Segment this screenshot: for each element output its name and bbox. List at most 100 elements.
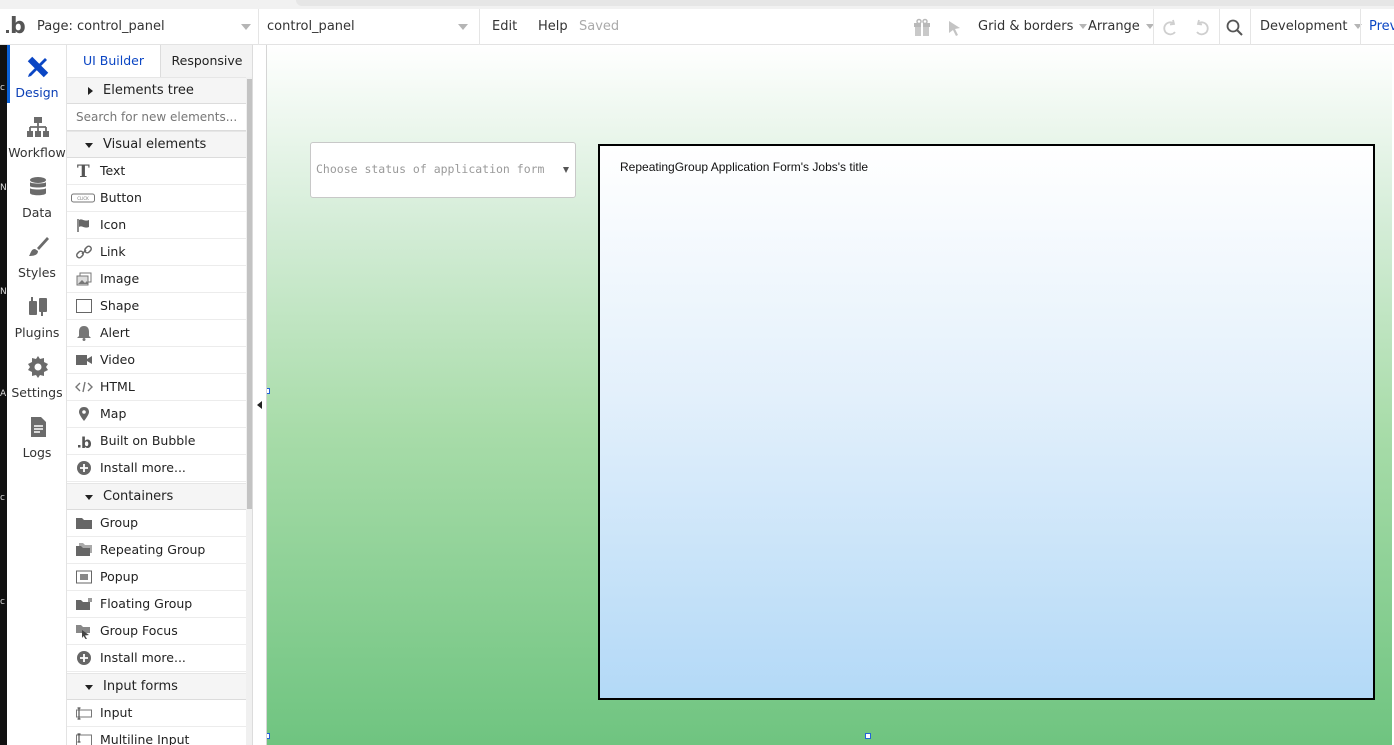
design-icon [27,56,49,78]
element-map[interactable]: Map [67,401,246,428]
resize-handle[interactable] [865,733,871,739]
element-label: Link [100,244,126,259]
element-button[interactable]: CLICK Button [67,185,246,212]
element-label: Install more... [100,650,186,665]
element-shape[interactable]: Shape [67,293,246,320]
resize-handle[interactable] [267,733,270,739]
group-focus-icon [76,625,90,639]
element-built-on-bubble[interactable]: b Built on Bubble [67,428,246,455]
element-label: Video [100,352,136,367]
element-label: Popup [100,569,139,584]
toolbar-divider [1250,9,1251,45]
element-label: Text [100,163,126,178]
edge-letter: c [0,83,5,93]
document-icon [31,417,46,437]
grid-borders-menu[interactable]: Grid & borders [978,9,1088,45]
search-icon[interactable] [1225,18,1245,38]
element-label: Repeating Group [100,542,206,557]
element-group[interactable]: Group [67,510,246,537]
element-popup[interactable]: Popup [67,564,246,591]
collapse-left-icon[interactable] [257,401,262,409]
repeating-group[interactable]: RepeatingGroup Application Form's Jobs's… [598,144,1375,700]
toolbar-divider [1153,9,1154,45]
element-multiline-input[interactable]: Multiline Input [67,727,246,745]
page-selector[interactable]: Page: control_panel [33,9,259,45]
repeating-group-title[interactable]: RepeatingGroup Application Form's Jobs's… [620,160,868,174]
element-install-more[interactable]: Install more... [67,455,246,482]
nav-settings[interactable]: Settings [7,345,67,405]
element-input[interactable]: Input [67,700,246,727]
element-label: Input [100,705,133,720]
panel-scrollbar[interactable] [246,77,252,745]
element-video[interactable]: Video [67,347,246,374]
bell-icon [77,326,91,341]
page-canvas[interactable]: Choose status of application form Repeat… [267,45,1394,745]
nav-workflow[interactable]: Workflow [7,105,67,165]
element-alert[interactable]: Alert [67,320,246,347]
chevron-down-icon [458,24,468,30]
redo-icon[interactable] [1192,18,1212,38]
environment-selector[interactable]: Development [1260,9,1362,45]
nav-design[interactable]: Design [7,45,67,105]
element-repeating-group[interactable]: Repeating Group [67,537,246,564]
dropdown-arrow-icon [563,167,569,173]
caret-down-icon [85,495,93,500]
arrange-menu[interactable]: Arrange [1088,9,1154,45]
button-icon: CLICK [71,193,95,203]
element-image[interactable]: Image [67,266,246,293]
elements-tree-toggle[interactable]: Elements tree [67,77,246,104]
chevron-down-icon [1079,24,1088,29]
preview-button[interactable]: Prev [1369,9,1394,45]
resize-handle[interactable] [267,388,270,394]
edit-menu[interactable]: Edit [492,9,517,45]
gift-icon[interactable] [912,18,932,38]
element-install-more-containers[interactable]: Install more... [67,645,246,672]
containers-header[interactable]: Containers [67,483,246,510]
element-label: Multiline Input [100,732,190,745]
help-menu[interactable]: Help [538,9,568,45]
scrollbar-thumb[interactable] [247,79,252,509]
page-dropdown[interactable]: control_panel [259,9,480,45]
code-icon [75,381,93,393]
containers-label: Containers [103,489,174,504]
environment-label: Development [1260,19,1348,34]
nav-styles[interactable]: Styles [7,225,67,285]
plus-circle-icon [77,461,91,475]
visual-elements-header[interactable]: Visual elements [67,131,246,158]
tab-ui-builder[interactable]: UI Builder [67,45,160,77]
element-text[interactable]: T Text [67,158,246,185]
element-label: Built on Bubble [100,433,196,448]
text-icon: T [77,163,90,179]
panel-collapse-strip[interactable] [253,45,267,745]
edge-letter: N [0,287,7,297]
element-icon[interactable]: Icon [67,212,246,239]
video-icon [76,355,92,365]
workflow-icon [27,117,49,137]
map-pin-icon [79,407,89,421]
plug-icon [29,297,47,316]
nav-data-label: Data [22,205,52,220]
element-search-input[interactable] [76,104,246,129]
cursor-icon[interactable] [945,18,965,38]
element-html[interactable]: HTML [67,374,246,401]
nav-workflow-label: Workflow [8,145,66,160]
undo-icon[interactable] [1160,18,1180,38]
element-floating-group[interactable]: Floating Group [67,591,246,618]
address-bar-edge [296,0,1394,6]
element-link[interactable]: Link [67,239,246,266]
visual-elements-label: Visual elements [103,137,207,152]
element-label: HTML [100,379,135,394]
nav-logs[interactable]: Logs [7,405,67,465]
flag-icon [77,219,89,232]
status-dropdown[interactable]: Choose status of application form [310,142,576,198]
element-group-focus[interactable]: Group Focus [67,618,246,645]
chevron-down-icon [241,24,251,30]
nav-plugins[interactable]: Plugins [7,285,67,345]
input-icon [76,707,92,720]
bubble-logo-icon[interactable]: b [6,13,32,41]
input-forms-header[interactable]: Input forms [67,673,246,700]
element-label: Shape [100,298,140,313]
nav-styles-label: Styles [18,265,56,280]
nav-data[interactable]: Data [7,165,67,225]
tab-responsive[interactable]: Responsive [160,45,252,77]
